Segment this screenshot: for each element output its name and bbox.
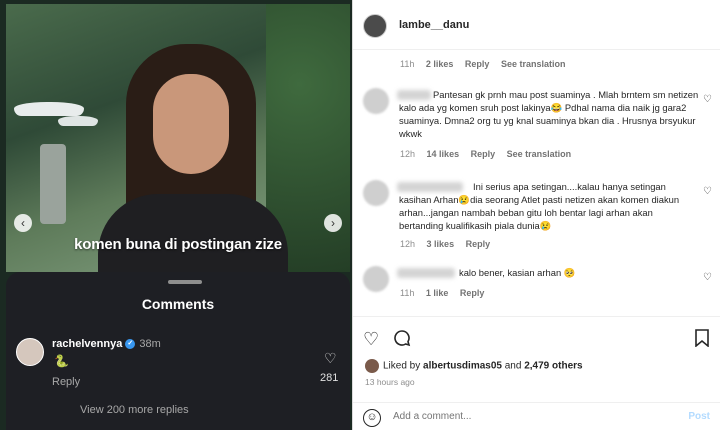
heart-icon[interactable]: ♡ <box>703 272 712 283</box>
post-photo: komen buna di postingan zize ‹ › <box>6 4 350 272</box>
embedded-comments-sheet: Comments rachelvennya ✓ 38m 🐍 Reply ♡ 281 … <box>6 272 350 430</box>
avatar[interactable] <box>363 14 387 38</box>
liked-by: Liked by albertusdimas05 and 2,479 other… <box>365 359 583 373</box>
bookmark-icon[interactable] <box>695 329 709 352</box>
comment-text: Pantesan gk prnh mau post suaminya . Mla… <box>399 89 699 139</box>
emoji-icon[interactable]: ☺ <box>363 409 381 427</box>
prev-arrow-icon[interactable]: ‹ <box>14 214 32 232</box>
next-arrow-icon[interactable]: › <box>324 214 342 232</box>
list-item: kalo bener, kasian arhan 🥺 ♡ <box>363 266 712 292</box>
avatar <box>365 359 379 373</box>
comment-icon[interactable] <box>393 329 411 352</box>
post-header: lambe__danu <box>353 0 720 50</box>
heart-icon[interactable]: ♡ <box>363 329 379 350</box>
post-actions: ♡ Liked by albertusdimas05 and 2,479 oth… <box>353 316 720 430</box>
view-more-replies: View 200 more replies <box>80 404 189 416</box>
comment-meta: 12h 14 likes Reply See translation <box>400 149 572 159</box>
heart-icon[interactable]: ♡ <box>703 94 712 105</box>
sheet-handle <box>168 280 202 284</box>
comment-meta: 11h 1 like Reply <box>400 288 485 298</box>
heart-icon[interactable]: ♡ <box>703 186 712 197</box>
sheet-like-count: 281 <box>320 372 339 384</box>
verified-icon: ✓ <box>125 339 136 350</box>
avatar[interactable] <box>363 88 389 114</box>
list-item: Ini serius apa setingan....kalau hanya s… <box>363 180 712 240</box>
avatar <box>16 338 44 366</box>
video-caption: komen buna di postingan zize <box>74 236 282 253</box>
sheet-comment-username: rachelvennya ✓ 38m <box>52 338 161 350</box>
post-timestamp: 13 hours ago <box>365 377 415 387</box>
comment-text: Ini serius apa setingan....kalau hanya s… <box>399 181 680 231</box>
comment-meta: 12h 3 likes Reply <box>400 239 491 249</box>
heart-icon: ♡ <box>324 350 337 366</box>
avatar[interactable] <box>363 180 389 206</box>
comment-text: kalo bener, kasian arhan 🥺 <box>459 267 576 278</box>
comment-meta: 11h 2 likes Reply See translation <box>400 59 566 69</box>
sheet-reply-link: Reply <box>52 376 81 388</box>
add-comment-row: ☺ Post <box>353 402 720 431</box>
post-media: komen buna di postingan zize ‹ › Comment… <box>0 0 352 430</box>
sheet-comment-text: 🐍 <box>54 354 69 368</box>
sheet-title: Comments <box>141 296 215 312</box>
post-button[interactable]: Post <box>688 411 710 422</box>
comment-input[interactable] <box>393 411 673 422</box>
avatar[interactable] <box>363 266 389 292</box>
post-author-username[interactable]: lambe__danu <box>399 19 469 31</box>
